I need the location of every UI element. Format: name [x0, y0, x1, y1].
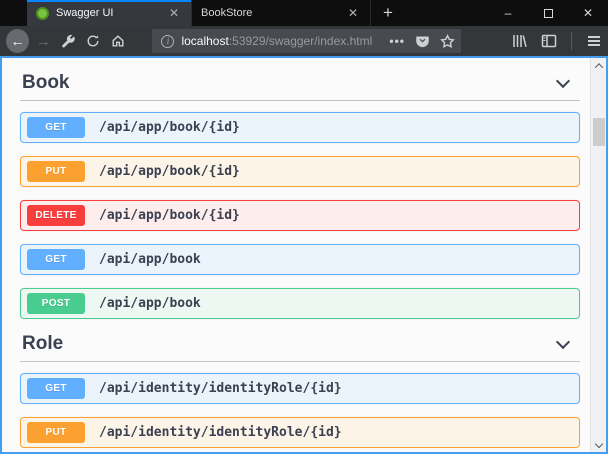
scroll-down-button[interactable]	[591, 437, 607, 452]
tab-bookstore[interactable]: BookStore ✕	[191, 0, 371, 26]
collapse-chevron-icon[interactable]	[556, 335, 570, 349]
method-badge: GET	[27, 249, 85, 270]
close-button[interactable]: ✕	[568, 0, 608, 26]
new-tab-button[interactable]: +	[371, 0, 405, 26]
endpoint-path: /api/app/book/{id}	[99, 120, 240, 135]
bookmark-star-icon[interactable]	[440, 34, 455, 49]
url-host: localhost	[181, 34, 228, 48]
titlebar-drag-space	[0, 0, 27, 26]
wrench-icon	[60, 33, 76, 49]
method-badge: DELETE	[27, 205, 85, 226]
collapse-chevron-icon[interactable]	[556, 74, 570, 88]
minimize-button[interactable]: –	[488, 0, 528, 26]
tab-strip: Swagger UI ✕ BookStore ✕ + – ✕	[0, 0, 608, 26]
url-text[interactable]: localhost:53929/swagger/index.html	[181, 34, 383, 48]
swagger-ui-page: Book GET /api/app/book/{id} PUT /api/app…	[2, 58, 590, 452]
toolbar-separator	[571, 32, 572, 50]
api-tag-section: Role GET /api/identity/identityRole/{id}…	[20, 333, 580, 448]
method-badge: PUT	[27, 422, 85, 443]
tab-title: Swagger UI	[56, 7, 166, 19]
maximize-icon	[544, 9, 553, 18]
chevron-down-icon	[595, 439, 603, 447]
swagger-favicon-icon	[36, 7, 49, 20]
url-bar[interactable]: i localhost:53929/swagger/index.html •••	[152, 29, 461, 53]
endpoint-list: GET /api/app/book/{id} PUT /api/app/book…	[20, 112, 580, 319]
endpoint-row[interactable]: PUT /api/app/book/{id}	[20, 156, 580, 187]
endpoint-row[interactable]: GET /api/identity/identityRole/{id}	[20, 373, 580, 404]
urlbar-actions: •••	[389, 34, 455, 49]
api-tag-section: Book GET /api/app/book/{id} PUT /api/app…	[20, 72, 580, 319]
endpoint-row[interactable]: POST /api/app/book	[20, 288, 580, 319]
section-header[interactable]: Book	[22, 72, 578, 94]
reload-button[interactable]	[81, 29, 106, 53]
navigation-toolbar: ← → i localhost:53929/swagger/index.html…	[0, 26, 608, 56]
method-badge: GET	[27, 378, 85, 399]
home-icon	[111, 34, 125, 48]
section-divider	[20, 100, 580, 101]
menu-hamburger-icon[interactable]	[586, 33, 602, 49]
endpoint-path: /api/identity/identityRole/{id}	[99, 381, 342, 396]
endpoint-row[interactable]: DELETE /api/app/book/{id}	[20, 200, 580, 231]
url-path: :53929/swagger/index.html	[229, 34, 372, 48]
section-divider	[20, 361, 580, 362]
scroll-up-button[interactable]	[591, 58, 607, 73]
sidebar-toggle-icon[interactable]	[541, 33, 557, 49]
endpoint-list: GET /api/identity/identityRole/{id} PUT …	[20, 373, 580, 448]
section-title: Book	[22, 72, 558, 94]
tab-swagger-ui[interactable]: Swagger UI ✕	[27, 0, 191, 26]
endpoint-path: /api/app/book/{id}	[99, 208, 240, 223]
endpoint-path: /api/app/book	[99, 296, 201, 311]
endpoint-row[interactable]: PUT /api/identity/identityRole/{id}	[20, 417, 580, 448]
endpoint-row[interactable]: GET /api/app/book/{id}	[20, 112, 580, 143]
pocket-icon[interactable]	[415, 34, 430, 49]
section-header[interactable]: Role	[22, 333, 578, 355]
back-button[interactable]: ←	[6, 29, 29, 53]
endpoint-path: /api/identity/identityRole/{id}	[99, 425, 342, 440]
page-content: Book GET /api/app/book/{id} PUT /api/app…	[0, 56, 608, 454]
forward-button[interactable]: →	[31, 29, 56, 53]
tab-close-icon[interactable]: ✕	[166, 4, 182, 22]
endpoint-path: /api/app/book	[99, 252, 201, 267]
api-sections: Book GET /api/app/book/{id} PUT /api/app…	[20, 72, 580, 448]
window-controls: – ✕	[488, 0, 608, 26]
method-badge: POST	[27, 293, 85, 314]
home-button[interactable]	[106, 29, 131, 53]
tab-close-icon[interactable]: ✕	[345, 4, 361, 22]
method-badge: GET	[27, 117, 85, 138]
wrench-button[interactable]	[56, 29, 81, 53]
library-icon[interactable]	[511, 33, 527, 49]
vertical-scrollbar[interactable]	[590, 58, 606, 452]
section-title: Role	[22, 333, 558, 355]
titlebar-spacer	[405, 0, 488, 26]
page-actions-icon[interactable]: •••	[389, 34, 405, 48]
method-badge: PUT	[27, 161, 85, 182]
reload-icon	[86, 34, 100, 48]
chevron-up-icon	[595, 63, 603, 71]
browser-window: Swagger UI ✕ BookStore ✕ + – ✕ ← → i lo	[0, 0, 608, 454]
maximize-button[interactable]	[528, 0, 568, 26]
tab-title: BookStore	[201, 7, 345, 19]
endpoint-path: /api/app/book/{id}	[99, 164, 240, 179]
site-info-icon[interactable]: i	[161, 35, 174, 48]
endpoint-row[interactable]: GET /api/app/book	[20, 244, 580, 275]
toolbar-right-icons	[511, 32, 602, 50]
scrollbar-thumb[interactable]	[593, 118, 605, 146]
